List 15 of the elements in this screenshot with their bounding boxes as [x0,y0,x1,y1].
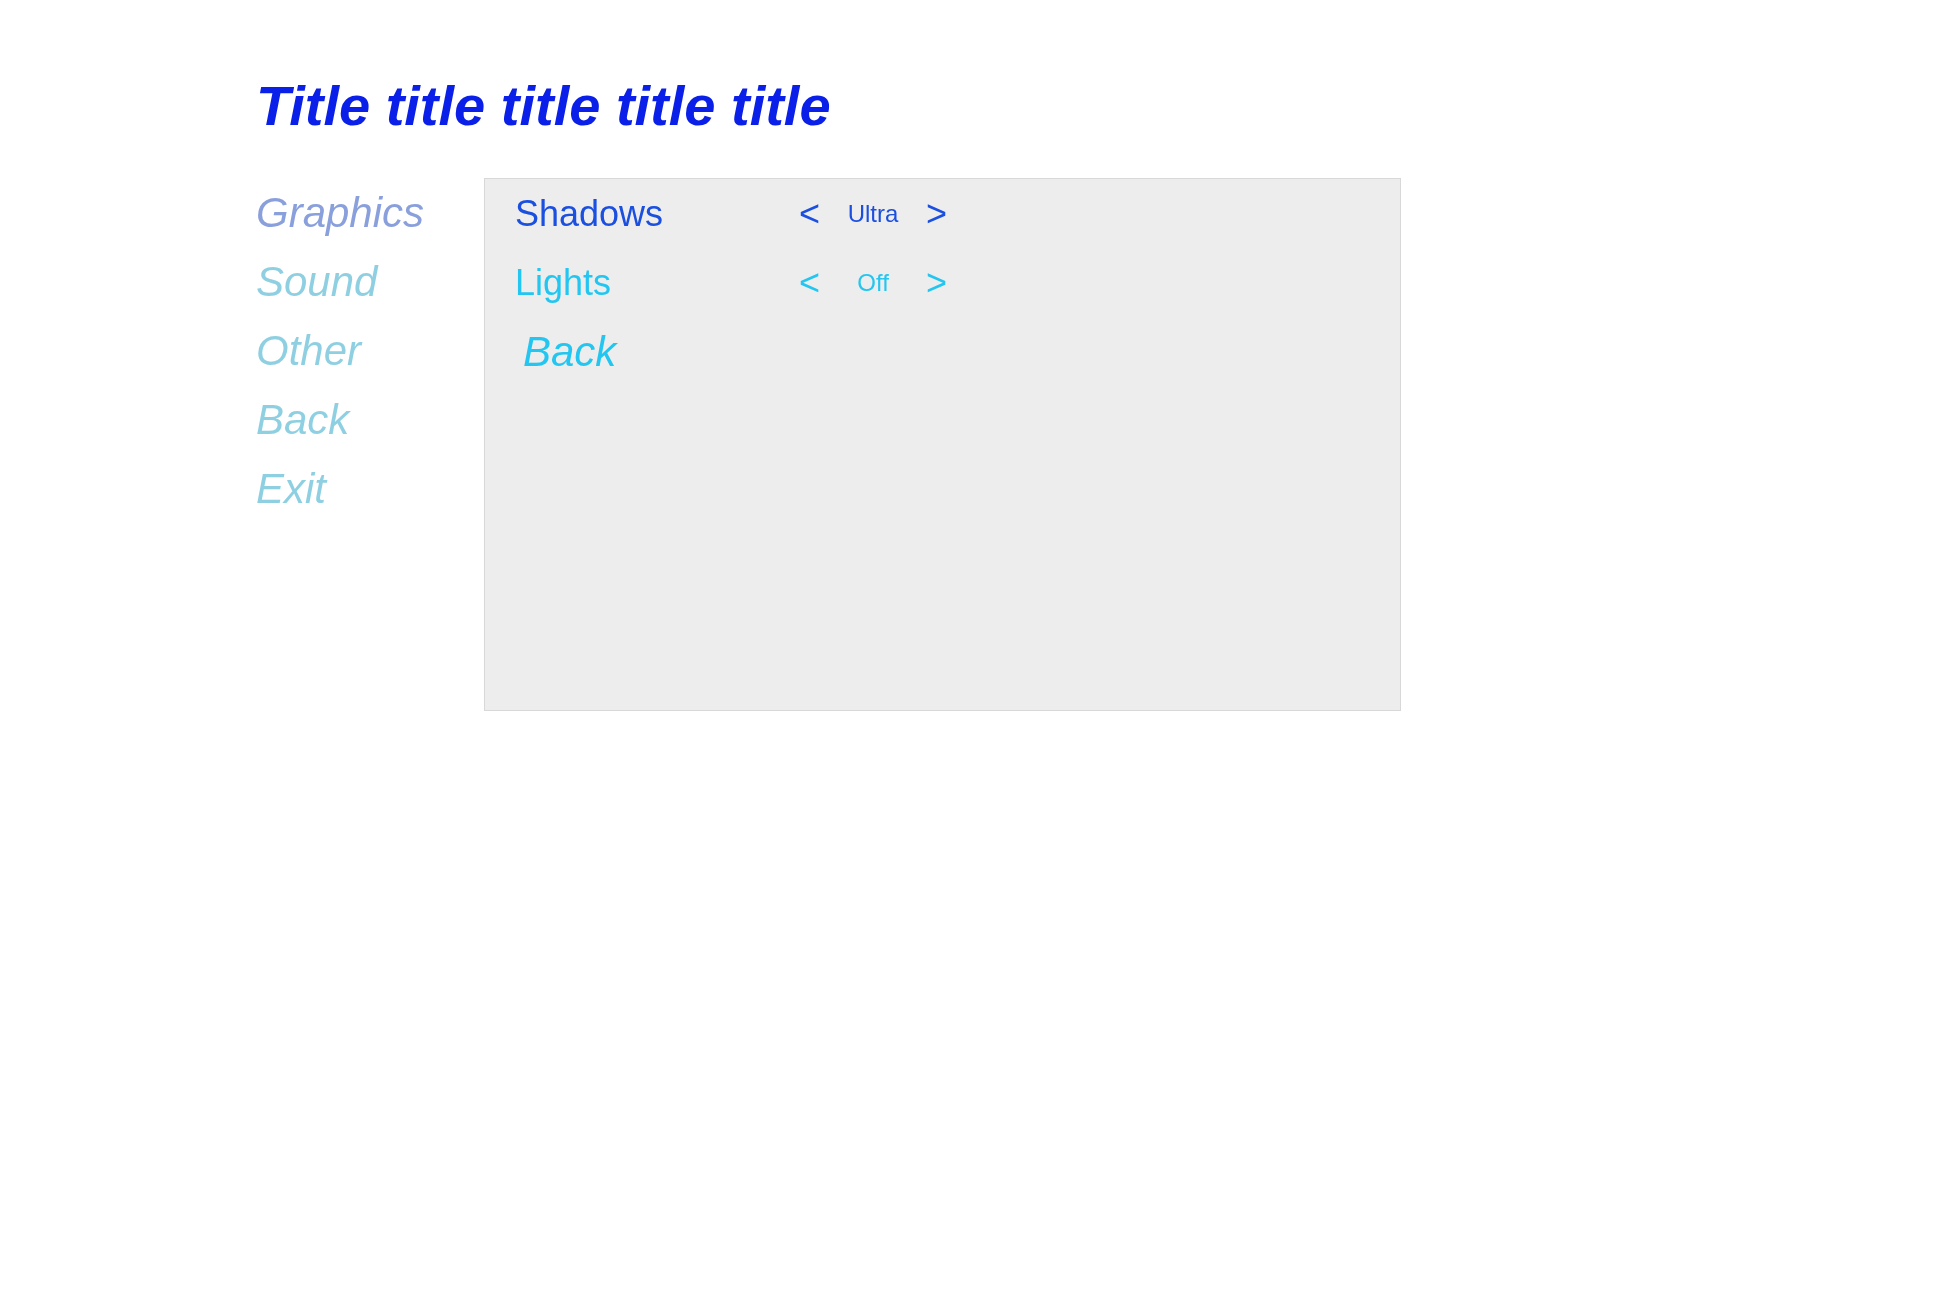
setting-value: Off [856,268,890,297]
back-button[interactable]: Back [523,317,617,386]
menu-item[interactable]: Other [256,316,362,385]
next-button[interactable]: > [918,261,956,304]
menu-item[interactable]: Back [256,385,350,454]
menu-item[interactable]: Graphics [256,178,425,247]
menu-item[interactable]: Exit [256,454,326,523]
page-title: Title title title title title [256,73,832,139]
setting-value: Ultra [846,199,900,228]
menu-item[interactable]: Sound [256,247,378,316]
setting-label: Lights [514,261,613,304]
previous-button[interactable]: < [791,192,829,235]
previous-button[interactable]: < [791,261,829,304]
next-button[interactable]: > [918,192,956,235]
setting-label: Shadows [514,192,665,235]
